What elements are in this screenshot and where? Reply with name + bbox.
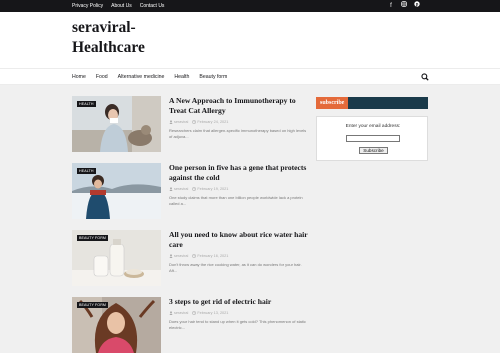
email-label: Enter your email address: (345, 124, 401, 129)
menu-item-beauty-form[interactable]: Beauty form (199, 69, 227, 85)
top-nav-about-us[interactable]: About Us (111, 0, 132, 12)
post-author[interactable]: seraviral (174, 187, 188, 191)
post-meta: seraviral February 19, 2021 (169, 187, 228, 191)
post-card: BEAUTY FORM 3 steps to get rid of electr… (72, 297, 308, 353)
post-excerpt: Researchers claim that allergen-specific… (169, 128, 307, 139)
menu-item-food[interactable]: Food (96, 69, 108, 85)
post-title[interactable]: A New Approach to Immunotherapy to Treat… (169, 96, 309, 116)
post-card: HEALTH One person in five has a gene tha… (72, 163, 308, 219)
post-date: February 16, 2021 (197, 254, 229, 258)
subscribe-widget: Enter your email address: Subscribe (316, 116, 428, 161)
post-card: HEALTH A New Approach to Immunotherapy t… (72, 96, 308, 152)
menu-item-home[interactable]: Home (72, 69, 86, 85)
post-thumbnail[interactable]: HEALTH (72, 96, 161, 152)
post-meta: seraviral February 16, 2021 (169, 254, 228, 258)
menu-item-health[interactable]: Health (174, 69, 189, 85)
subscribe-widget-header: subscribe (316, 97, 428, 109)
user-icon (169, 311, 173, 315)
user-icon (169, 120, 173, 124)
top-nav-contact-us[interactable]: Contact Us (140, 0, 165, 12)
subscribe-widget-title: subscribe (316, 97, 349, 109)
post-excerpt: One study claims that more than one bill… (169, 195, 303, 206)
post-date: February 19, 2021 (197, 187, 229, 191)
subscribe-button[interactable]: Subscribe (359, 147, 388, 154)
user-icon (169, 254, 173, 258)
instagram-icon[interactable] (401, 0, 407, 12)
post-author[interactable]: seraviral (174, 120, 188, 124)
post-thumbnail[interactable]: BEAUTY FORM (72, 230, 161, 286)
post-excerpt: Don't throw away the rice cooking water,… (169, 262, 302, 273)
user-icon (169, 187, 173, 191)
post-meta: seraviral February 13, 2021 (169, 311, 228, 315)
top-nav: Privacy Policy About Us Contact Us (72, 0, 164, 12)
pinterest-icon[interactable]: p (414, 0, 420, 12)
clock-icon (192, 187, 197, 191)
social-links: f p (388, 0, 420, 12)
search-icon[interactable] (421, 73, 429, 81)
top-nav-privacy-policy[interactable]: Privacy Policy (72, 0, 103, 12)
post-title[interactable]: One person in five has a gene that prote… (169, 163, 309, 183)
post-category-tag[interactable]: BEAUTY FORM (77, 302, 108, 308)
post-thumbnail[interactable]: HEALTH (72, 163, 161, 219)
post-title[interactable]: 3 steps to get rid of electric hair (169, 297, 309, 307)
post-card: BEAUTY FORM All you need to know about r… (72, 230, 308, 286)
svg-text:p: p (416, 2, 419, 7)
post-title[interactable]: All you need to know about rice water ha… (169, 230, 309, 250)
post-thumbnail[interactable]: BEAUTY FORM (72, 297, 161, 353)
clock-icon (192, 254, 197, 258)
facebook-icon[interactable]: f (388, 0, 394, 12)
post-author[interactable]: seraviral (174, 311, 188, 315)
post-excerpt: Does your hair tend to stand up when it … (169, 319, 306, 330)
menu-item-alternative-medicine[interactable]: Alternative medicine (118, 69, 165, 85)
post-date: February 24, 2021 (197, 120, 229, 124)
post-date: February 13, 2021 (197, 311, 229, 315)
post-category-tag[interactable]: BEAUTY FORM (77, 235, 108, 241)
post-category-tag[interactable]: HEALTH (77, 101, 96, 107)
post-category-tag[interactable]: HEALTH (77, 168, 96, 174)
email-field[interactable] (346, 135, 400, 142)
post-meta: seraviral February 24, 2021 (169, 120, 228, 124)
clock-icon (192, 120, 197, 124)
post-author[interactable]: seraviral (174, 254, 188, 258)
main-menu: Home Food Alternative medicine Health Be… (0, 68, 500, 85)
site-title[interactable]: seraviral-Healthcare (72, 18, 152, 58)
clock-icon (192, 311, 197, 315)
